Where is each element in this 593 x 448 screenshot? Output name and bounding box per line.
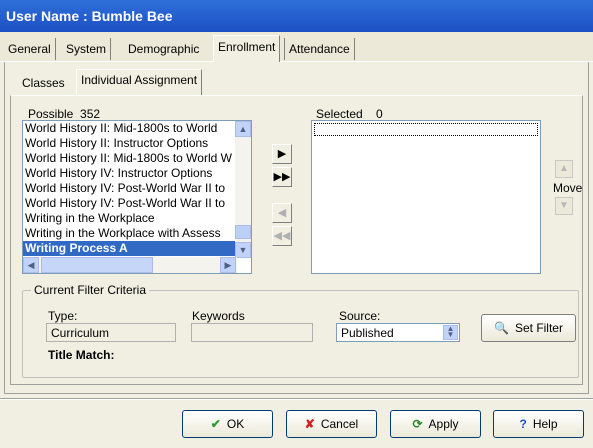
question-icon: ? [519,417,527,431]
list-item[interactable]: Writing in the Workplace with Assess [23,226,235,241]
tab-system[interactable]: System [62,38,112,60]
list-item[interactable]: World History II: Instructor Options [23,136,235,151]
type-field: Curriculum [46,323,176,342]
keywords-field [191,323,313,342]
ok-button[interactable]: ✔ OK [182,410,273,438]
source-select[interactable]: Published ▲ ▼ [336,323,460,342]
bottom-separator [0,398,593,400]
selected-list[interactable] [311,120,541,274]
list-item[interactable]: Writing in the Workplace [23,211,235,226]
selected-label: Selected 0 [316,107,383,121]
selected-count: 0 [376,107,383,121]
type-label: Type: [48,309,78,323]
keywords-label: Keywords [192,309,245,323]
list-item[interactable]: World History IV: Instructor Options [23,166,235,181]
tab-demographic[interactable]: Demographic [124,38,203,60]
scroll-down-icon[interactable]: ▼ [235,242,251,258]
apply-button[interactable]: ⟳ Apply [390,410,481,438]
scroll-right-icon[interactable]: ▶ [220,257,236,273]
possible-horizontal-scrollbar[interactable]: ◀ ▶ [23,257,237,273]
remove-one-button[interactable]: ◀ [272,203,292,223]
scroll-left-icon[interactable]: ◀ [23,257,39,273]
add-all-button[interactable]: ▶▶ [272,167,292,187]
focus-row [314,123,538,136]
possible-list[interactable]: World History II: Mid-1800s to World Wor… [22,120,252,274]
possible-vertical-scrollbar[interactable]: ▲ ▼ [235,121,251,258]
title-match-label: Title Match: [48,348,115,362]
list-item[interactable]: World History II: Mid-1800s to World W [23,151,235,166]
spinner-icon[interactable]: ▲ ▼ [443,325,458,340]
subtab-individual-assignment[interactable]: Individual Assignment [76,69,203,95]
tab-general[interactable]: General [4,38,56,60]
source-value: Published [341,326,394,340]
scroll-thumb[interactable] [235,225,251,239]
window-title: User Name : Bumble Bee [0,0,593,32]
x-icon: ✘ [304,417,315,431]
subtab-classes[interactable]: Classes [18,73,69,93]
possible-label: Possible 352 [28,107,101,121]
help-button[interactable]: ? Help [493,410,584,438]
list-item-selected[interactable]: Writing Process A [23,241,235,256]
scroll-up-icon[interactable]: ▲ [235,121,251,137]
possible-count: 352 [80,107,101,121]
set-filter-button[interactable]: 🔍 Set Filter [481,314,576,342]
main-tabstrip: General System Demographic Enrollment At… [0,32,593,62]
checkmark-icon: ✔ [210,417,221,431]
hscroll-thumb[interactable] [41,257,153,273]
cancel-button[interactable]: ✘ Cancel [286,410,377,438]
magnifier-icon: 🔍 [494,321,509,335]
refresh-icon: ⟳ [412,417,423,431]
remove-all-button[interactable]: ◀◀ [272,226,292,246]
add-one-button[interactable]: ▶ [272,144,292,164]
move-label: Move [553,181,583,195]
move-up-icon[interactable]: ▲ [555,160,573,178]
list-item[interactable]: World History II: Mid-1800s to World [23,121,235,136]
list-item[interactable]: World History IV: Post-World War II to [23,196,235,211]
filter-criteria-title: Current Filter Criteria [31,283,150,297]
tab-attendance[interactable]: Attendance [284,38,355,60]
list-item[interactable]: World History IV: Post-World War II to [23,181,235,196]
move-down-icon[interactable]: ▼ [555,197,573,215]
source-label: Source: [339,309,381,323]
tab-enrollment[interactable]: Enrollment [213,35,281,62]
